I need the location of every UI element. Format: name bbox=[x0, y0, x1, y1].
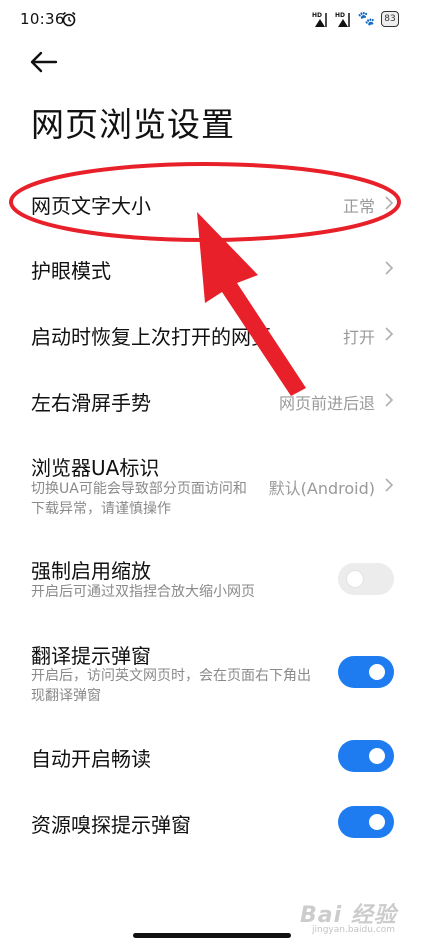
chevron-right-icon bbox=[385, 327, 394, 341]
setting-row-translate-popup[interactable]: 翻译提示弹窗 开启后，访问英文网页时，会在页面右下角出现翻译弹窗 bbox=[0, 630, 425, 712]
chevron-right-icon bbox=[385, 393, 394, 407]
chevron-right-icon bbox=[385, 196, 394, 210]
toggle-knob bbox=[369, 814, 385, 830]
setting-description: 切换UA可能会导致部分页面访问和下载异常，请谨慎操作 bbox=[31, 481, 247, 517]
toggle-knob bbox=[347, 571, 363, 587]
auto-reader-toggle[interactable] bbox=[338, 740, 394, 772]
svg-text:HD: HD bbox=[335, 12, 345, 19]
setting-row-font-size[interactable]: 网页文字大小 正常 bbox=[0, 175, 425, 231]
page-title: 网页浏览设置 bbox=[31, 105, 235, 144]
status-time: 10:36 bbox=[20, 10, 65, 28]
setting-description: 开启后可通过双指捏合放大缩小网页 bbox=[31, 584, 255, 600]
alarm-clock-icon bbox=[62, 11, 76, 27]
force-zoom-toggle[interactable] bbox=[338, 563, 394, 595]
toggle-knob bbox=[369, 664, 385, 680]
setting-row-eye-care[interactable]: 护眼模式 bbox=[0, 240, 425, 296]
setting-label: 网页文字大小 bbox=[31, 194, 151, 218]
translate-popup-toggle[interactable] bbox=[338, 656, 394, 688]
back-arrow-icon[interactable] bbox=[26, 48, 62, 76]
setting-value: 网页前进后退 bbox=[278, 394, 375, 413]
chevron-right-icon bbox=[385, 261, 394, 275]
setting-value: 打开 bbox=[342, 328, 375, 347]
resource-sniff-toggle[interactable] bbox=[338, 806, 394, 838]
setting-label: 翻译提示弹窗 bbox=[31, 644, 151, 668]
setting-description: 开启后，访问英文网页时，会在页面右下角出现翻译弹窗 bbox=[31, 668, 311, 704]
battery-indicator: 83 bbox=[381, 11, 399, 27]
hd-signal-icon-2: HD bbox=[335, 12, 350, 27]
svg-text:HD: HD bbox=[312, 12, 322, 19]
setting-label: 资源嗅探提示弹窗 bbox=[31, 813, 191, 837]
setting-row-swipe-gesture[interactable]: 左右滑屏手势 网页前进后退 bbox=[0, 372, 425, 428]
hd-signal-icon: HD bbox=[312, 12, 327, 27]
setting-label: 护眼模式 bbox=[31, 259, 111, 283]
status-icons: HD HD 🐾 83 bbox=[312, 10, 399, 28]
setting-row-resource-sniff[interactable]: 资源嗅探提示弹窗 bbox=[0, 792, 425, 852]
setting-label: 启动时恢复上次打开的网页 bbox=[31, 325, 271, 349]
setting-label: 自动开启畅读 bbox=[31, 747, 151, 771]
setting-row-force-zoom[interactable]: 强制启用缩放 开启后可通过双指捏合放大缩小网页 bbox=[0, 545, 425, 611]
setting-row-auto-reader[interactable]: 自动开启畅读 bbox=[0, 726, 425, 786]
watermark-url: jingyan.baidu.com bbox=[312, 925, 396, 935]
paw-icon: 🐾 bbox=[357, 11, 375, 27]
setting-value: 正常 bbox=[342, 197, 375, 216]
setting-row-ua[interactable]: 浏览器UA标识 切换UA可能会导致部分页面访问和下载异常，请谨慎操作 默认(An… bbox=[0, 440, 425, 530]
setting-label: 左右滑屏手势 bbox=[31, 391, 151, 415]
setting-value: 默认(Android) bbox=[268, 479, 375, 498]
toggle-knob bbox=[369, 748, 385, 764]
status-bar: 10:36 HD HD 🐾 83 bbox=[0, 0, 425, 40]
chevron-right-icon bbox=[385, 478, 394, 492]
setting-label: 浏览器UA标识 bbox=[31, 456, 160, 480]
setting-label: 强制启用缩放 bbox=[31, 559, 151, 583]
setting-row-restore-tabs[interactable]: 启动时恢复上次打开的网页 打开 bbox=[0, 306, 425, 362]
home-indicator[interactable] bbox=[133, 933, 291, 938]
